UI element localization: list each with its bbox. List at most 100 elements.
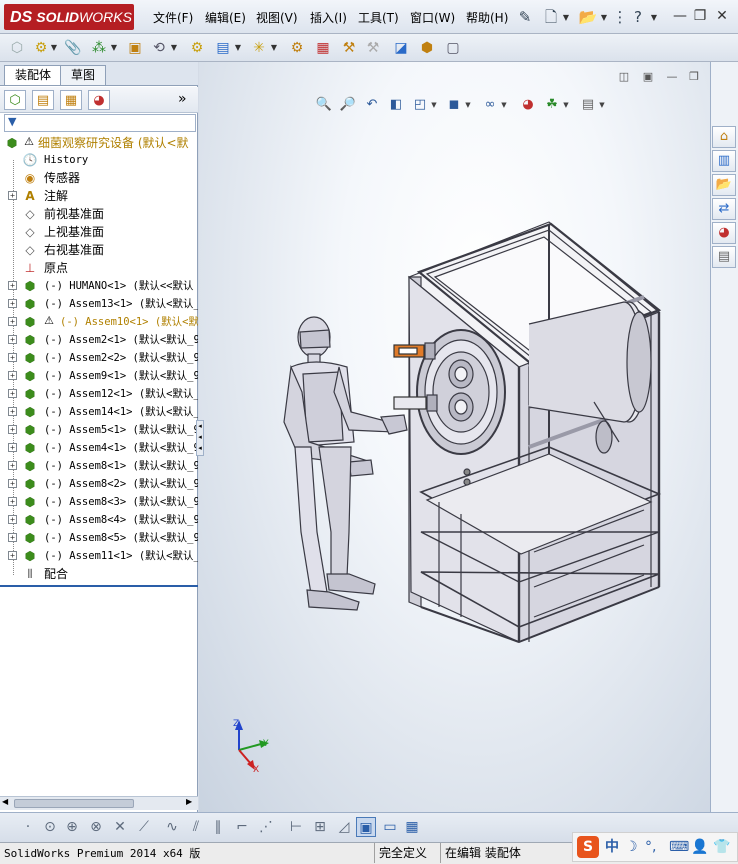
keyboard-icon[interactable]: ⌨ — [669, 835, 689, 859]
expand-icon[interactable]: + — [8, 299, 17, 308]
tree-item-annotations[interactable]: + A 注解 — [0, 187, 198, 205]
viewport-minimize-icon[interactable]: — — [664, 70, 680, 84]
view-palette-icon[interactable]: ⇄ — [712, 198, 736, 220]
tree-item-origin[interactable]: ⊥ 原点 — [0, 259, 198, 277]
expand-icon[interactable]: + — [8, 551, 17, 560]
mate-dropdown-icon[interactable]: ▼ — [50, 37, 58, 59]
reference-geometry-icon[interactable]: ✳ — [248, 37, 270, 59]
property-manager-icon[interactable]: ▤ — [32, 90, 54, 110]
menu-window[interactable]: 窗口(W) — [407, 9, 458, 27]
scrollbar-thumb[interactable] — [14, 799, 134, 808]
tree-item-component[interactable]: + ⬢ (-) Assem8<5> (默认<默认_9 — [0, 529, 198, 547]
display-manager-icon[interactable]: ◕ — [88, 90, 110, 110]
filter-parallel-icon[interactable]: ∥ — [208, 817, 228, 837]
zoom-to-fit-icon[interactable]: 🔍 — [314, 96, 334, 114]
view-settings-dropdown-icon[interactable]: ▼ — [598, 96, 606, 114]
viewport-tile-icon[interactable]: ▣ — [640, 70, 656, 84]
orientation-dropdown-icon[interactable]: ▼ — [430, 96, 438, 114]
previous-view-icon[interactable]: ↶ — [362, 96, 382, 114]
solidworks-resources-icon[interactable]: ⌂ — [712, 126, 736, 148]
tree-item-component[interactable]: + ⬢ (-) Assem14<1> (默认<默认_ — [0, 403, 198, 421]
moon-icon[interactable]: ☽ — [625, 835, 638, 859]
help-icon[interactable]: ? — [628, 7, 648, 27]
expand-icon[interactable]: + — [8, 515, 17, 524]
display-style-icon[interactable]: ◼ — [444, 96, 464, 114]
paperclip-icon[interactable]: 📎 — [62, 37, 84, 59]
move-dropdown-icon[interactable]: ▼ — [170, 37, 178, 59]
filter-grid-icon[interactable]: ⊞ — [310, 817, 330, 837]
hide-show-dropdown-icon[interactable]: ▼ — [500, 96, 508, 114]
filter-edge-icon[interactable]: ⫽ — [186, 817, 206, 837]
menu-insert[interactable]: 插入(I) — [307, 9, 350, 27]
display-style-dropdown-icon[interactable]: ▼ — [464, 96, 472, 114]
insert-components-icon[interactable]: ⬡ — [6, 37, 28, 59]
tree-item-history[interactable]: 🕓 History — [0, 151, 198, 169]
menu-view[interactable]: 视图(V) — [253, 9, 301, 27]
more-tabs-icon[interactable]: » — [178, 91, 187, 107]
tree-item-component[interactable]: + ⬢ (-) Assem8<3> (默认<默认_9 — [0, 493, 198, 511]
edit-component-icon[interactable]: ▣ — [124, 37, 146, 59]
tree-item-component[interactable]: + ⬢ (-) Assem2<2> (默认<默认_9 — [0, 349, 198, 367]
tree-item-top-plane[interactable]: ◇ 上视基准面 — [0, 223, 198, 241]
expand-icon[interactable]: + — [8, 353, 17, 362]
menu-help[interactable]: 帮助(H) — [463, 9, 511, 27]
tree-root-row[interactable]: ⬢ ⚠ 细菌观察研究设备 (默认<默 — [0, 134, 198, 152]
reference-dropdown-icon[interactable]: ▼ — [270, 37, 278, 59]
hide-show-items-icon[interactable]: ∞ — [480, 96, 500, 114]
filter-arc-icon[interactable]: ∿ — [162, 817, 182, 837]
expand-icon[interactable]: + — [8, 317, 17, 326]
apply-scene-icon[interactable]: ☘ — [542, 96, 562, 114]
feature-manager-tree-icon[interactable]: ⬡ — [4, 90, 26, 110]
filter-solid-icon[interactable]: ▣ — [356, 817, 376, 837]
tree-item-component[interactable]: + ⬢ (-) Assem11<1> (默认<默认_ — [0, 547, 198, 565]
edit-appearance-icon[interactable]: ◕ — [518, 96, 538, 114]
expand-icon[interactable]: + — [8, 425, 17, 434]
show-hidden-icon[interactable]: ⚙ — [186, 37, 208, 59]
open-folder-icon[interactable]: 📂 — [578, 7, 598, 27]
tree-item-component[interactable]: + ⬢ (-) Assem4<1> (默认<默认_9 — [0, 439, 198, 457]
filter-angle-icon[interactable]: ⟋ — [134, 817, 154, 837]
tree-item-front-plane[interactable]: ◇ 前视基准面 — [0, 205, 198, 223]
clearance-verification-icon[interactable]: ⬢ — [416, 37, 438, 59]
panel-collapse-handle[interactable]: ◂ ◂ ◂ — [196, 420, 204, 456]
filter-dimension-icon[interactable]: ⊢ — [286, 817, 306, 837]
scroll-right-icon[interactable]: ▶ — [186, 797, 192, 806]
expand-icon[interactable]: + — [8, 389, 17, 398]
custom-properties-icon[interactable]: ▤ — [712, 246, 736, 268]
new-dropdown-icon[interactable]: ▼ — [562, 7, 570, 29]
new-motion-study-icon[interactable]: ⚙ — [286, 37, 308, 59]
tree-item-component[interactable]: + ⬢ (-) Assem8<4> (默认<默认_9 — [0, 511, 198, 529]
design-library-icon[interactable]: ▥ — [712, 150, 736, 172]
expand-icon[interactable]: + — [8, 335, 17, 344]
pin-icon[interactable]: ✎ — [515, 7, 535, 27]
filter-triangle-icon[interactable]: ◿ — [334, 817, 354, 837]
new-document-icon[interactable]: 🗋 — [541, 7, 561, 27]
file-explorer-icon[interactable]: 📂 — [712, 174, 736, 196]
tree-item-component[interactable]: + ⬢ (-) Assem13<1> (默认<默认_ — [0, 295, 198, 313]
filter-corner-icon[interactable]: ⌐ — [232, 817, 252, 837]
tree-item-component[interactable]: + ⬢ (-) Assem2<1> (默认<默认_9 — [0, 331, 198, 349]
filter-table-icon[interactable]: ▦ — [402, 817, 422, 837]
scene-dropdown-icon[interactable]: ▼ — [562, 96, 570, 114]
help-dropdown-icon[interactable]: ▼ — [650, 7, 658, 29]
expand-icon[interactable]: + — [8, 281, 17, 290]
mate-icon[interactable]: ⚙ — [30, 37, 52, 59]
graphics-viewport[interactable]: Z Y X — [199, 62, 710, 812]
assembly-features-icon[interactable]: ▤ — [212, 37, 234, 59]
tree-item-component[interactable]: + ⬢ (-) Assem8<2> (默认<默认_9 — [0, 475, 198, 493]
viewport-split-icon[interactable]: ◫ — [616, 70, 632, 84]
instant3d-icon[interactable]: ▢ — [442, 37, 464, 59]
filter-vertex-icon[interactable]: ⊗ — [86, 817, 106, 837]
filter-target-icon[interactable]: ⊕ — [62, 817, 82, 837]
tree-item-component[interactable]: + ⬢ (-) Assem12<1> (默认<默认_ — [0, 385, 198, 403]
minimize-icon[interactable]: — — [670, 7, 690, 25]
panel-horizontal-scrollbar[interactable]: ◀ ▶ — [0, 796, 198, 810]
component-pattern-icon[interactable]: ⁂ — [88, 37, 110, 59]
interference-detection-icon[interactable]: ◪ — [390, 37, 412, 59]
tree-item-component[interactable]: + ⬢ (-) Assem9<1> (默认<默认_9 — [0, 367, 198, 385]
expand-icon[interactable]: + — [8, 461, 17, 470]
sogou-ime-icon[interactable]: S — [577, 836, 599, 858]
filter-face-icon[interactable]: ▭ — [380, 817, 400, 837]
configuration-manager-icon[interactable]: ▦ — [60, 90, 82, 110]
tree-item-sensors[interactable]: ◉ 传感器 — [0, 169, 198, 187]
